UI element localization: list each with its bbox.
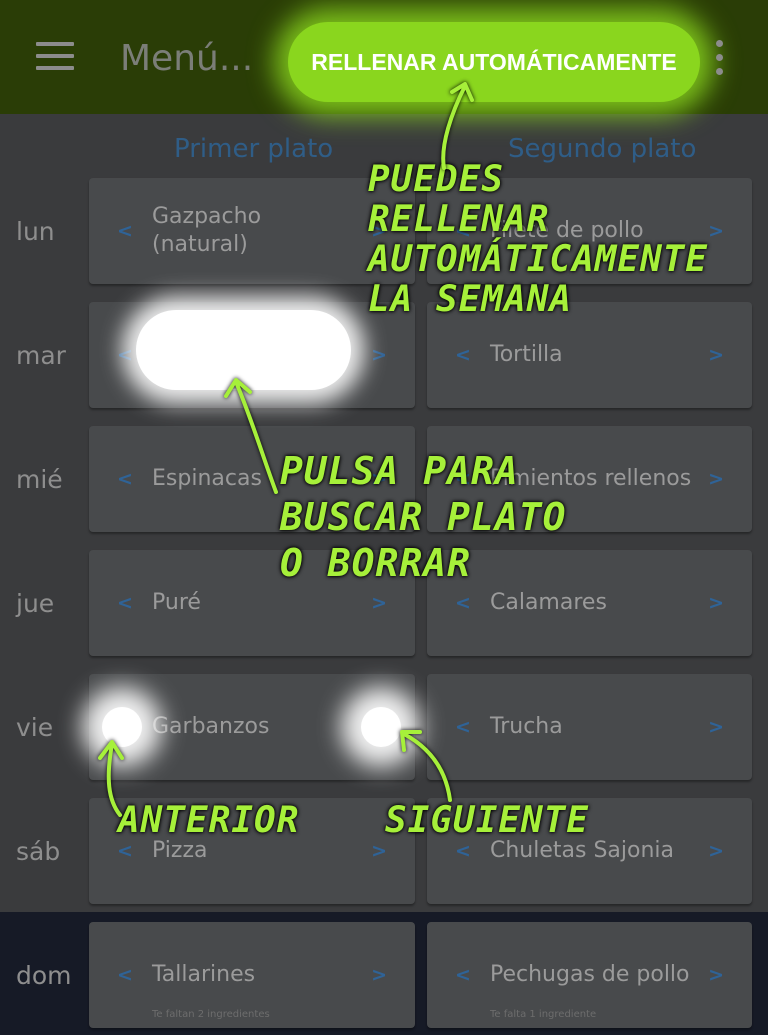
dish-name: Tortilla xyxy=(490,342,563,367)
annotation-line: buscar plato xyxy=(280,495,567,539)
annotation-line: Pulsa para xyxy=(280,449,519,493)
next-highlight xyxy=(361,707,401,747)
next-dish-button[interactable]: > xyxy=(371,592,387,614)
column-header-first-course: Primer plato xyxy=(174,134,334,164)
next-dish-button[interactable]: > xyxy=(708,964,724,986)
previous-dish-button[interactable]: < xyxy=(117,592,133,614)
next-dish-button[interactable]: > xyxy=(708,592,724,614)
dish-name: Pizza xyxy=(152,838,208,863)
previous-dish-button[interactable]: < xyxy=(455,840,471,862)
missing-ingredients-note: Te falta 1 ingrediente xyxy=(490,1009,597,1020)
next-dish-button[interactable]: > xyxy=(371,964,387,986)
previous-dish-button[interactable]: < xyxy=(455,964,471,986)
app-bar: Menú... RELLENAR AUTOMÁTICAMENTE xyxy=(0,0,768,114)
dish-name: Puré xyxy=(152,590,201,615)
annotation-tap: Pulsa para buscar plato o borrar xyxy=(280,448,567,586)
missing-ingredients-note: Te faltan 2 ingredientes xyxy=(152,1009,270,1020)
tap-highlight xyxy=(136,310,351,390)
previous-dish-button[interactable]: < xyxy=(117,964,133,986)
autofill-button[interactable]: RELLENAR AUTOMÁTICAMENTE xyxy=(288,22,700,102)
day-label: lun xyxy=(16,217,55,246)
annotation-line: la semana xyxy=(368,279,573,320)
day-label: sáb xyxy=(16,837,61,866)
next-dish-button[interactable]: > xyxy=(708,716,724,738)
annotation-previous: Anterior xyxy=(118,800,300,841)
annotation-autofill: Puedes rellenar automáticamente la seman… xyxy=(368,160,708,320)
dish-name: Calamares xyxy=(490,590,607,615)
second-course-card[interactable]: < Trucha > xyxy=(427,674,752,780)
more-vert-icon[interactable] xyxy=(712,40,726,76)
dish-name: Chuletas Sajonia xyxy=(490,838,675,863)
annotation-line: o borrar xyxy=(280,541,472,585)
hamburger-menu-icon[interactable] xyxy=(36,42,74,70)
annotation-line: rellenar xyxy=(368,199,550,240)
day-label: vie xyxy=(16,713,54,742)
previous-dish-button[interactable]: < xyxy=(455,716,471,738)
previous-dish-button[interactable]: < xyxy=(117,344,133,366)
dish-name: Trucha xyxy=(490,714,563,739)
previous-dish-button[interactable]: < xyxy=(455,592,471,614)
day-label: mar xyxy=(16,341,66,370)
dish-name: Tallarines xyxy=(152,962,256,987)
dish-name: Gazpacho (natural) xyxy=(152,204,262,257)
day-label: jue xyxy=(16,589,55,618)
annotation-next: Siguiente xyxy=(385,800,590,841)
previous-dish-button[interactable]: < xyxy=(455,344,471,366)
next-dish-button[interactable]: > xyxy=(708,220,724,242)
dish-name: Pechugas de pollo xyxy=(490,962,690,987)
prev-highlight xyxy=(102,707,142,747)
first-course-card[interactable]: < Gazpacho (natural) > xyxy=(89,178,415,284)
next-dish-button[interactable]: > xyxy=(371,344,387,366)
app-title: Menú... xyxy=(120,38,254,79)
dish-name: Garbanzos xyxy=(152,714,270,739)
previous-dish-button[interactable]: < xyxy=(117,468,133,490)
next-dish-button[interactable]: > xyxy=(708,344,724,366)
next-dish-button[interactable]: > xyxy=(371,840,387,862)
first-course-card[interactable]: < Tallarines > Te faltan 2 ingredientes xyxy=(89,922,415,1028)
annotation-line: automáticamente xyxy=(368,239,709,280)
day-label: mié xyxy=(16,465,63,494)
day-label: dom xyxy=(16,961,72,990)
second-course-card[interactable]: < Pechugas de pollo > Te falta 1 ingredient… xyxy=(427,922,752,1028)
annotation-line: Puedes xyxy=(368,159,505,200)
next-dish-button[interactable]: > xyxy=(708,468,724,490)
next-dish-button[interactable]: > xyxy=(708,840,724,862)
previous-dish-button[interactable]: < xyxy=(117,220,133,242)
previous-dish-button[interactable]: < xyxy=(117,840,133,862)
